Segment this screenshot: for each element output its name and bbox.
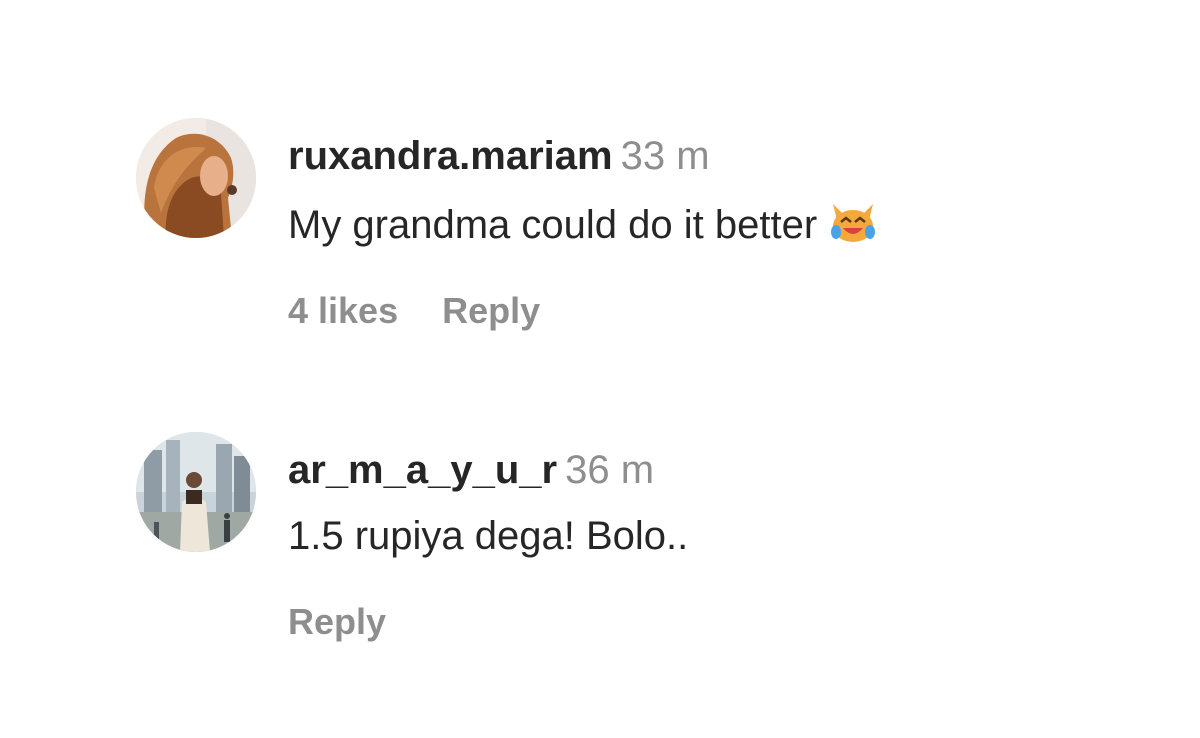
comment-header: ruxandra.mariam 33 m	[288, 132, 1128, 180]
comment-timestamp: 36 m	[565, 448, 655, 492]
comment-actions: Reply	[288, 602, 1128, 642]
avatar-photo-icon	[136, 432, 256, 552]
reply-button[interactable]: Reply	[442, 290, 540, 331]
comment-text: My grandma could do it better	[288, 198, 1128, 249]
avatar-photo-icon	[136, 118, 256, 238]
username-link[interactable]: ruxandra.mariam	[288, 134, 613, 178]
comment-timestamp: 33 m	[620, 134, 710, 178]
comment-body: ar_m_a_y_u_r 36 m 1.5 rupiya dega! Bolo..…	[288, 446, 1128, 642]
username-link[interactable]: ar_m_a_y_u_r	[288, 448, 557, 492]
avatar[interactable]	[136, 118, 256, 238]
comment-body: ruxandra.mariam 33 m My grandma could do …	[288, 132, 1128, 331]
comment-text-content: My grandma could do it better	[288, 203, 818, 247]
likes-count-button[interactable]: 4 likes	[288, 290, 398, 331]
crying-laughing-cat-emoji-icon	[831, 204, 876, 242]
avatar[interactable]	[136, 432, 256, 552]
reply-button[interactable]: Reply	[288, 601, 386, 642]
comment-actions: 4 likes Reply	[288, 291, 1128, 331]
comment-header: ar_m_a_y_u_r 36 m	[288, 446, 1128, 494]
comment-text-content: 1.5 rupiya dega! Bolo..	[288, 514, 689, 558]
comment-text: 1.5 rupiya dega! Bolo..	[288, 512, 1128, 560]
